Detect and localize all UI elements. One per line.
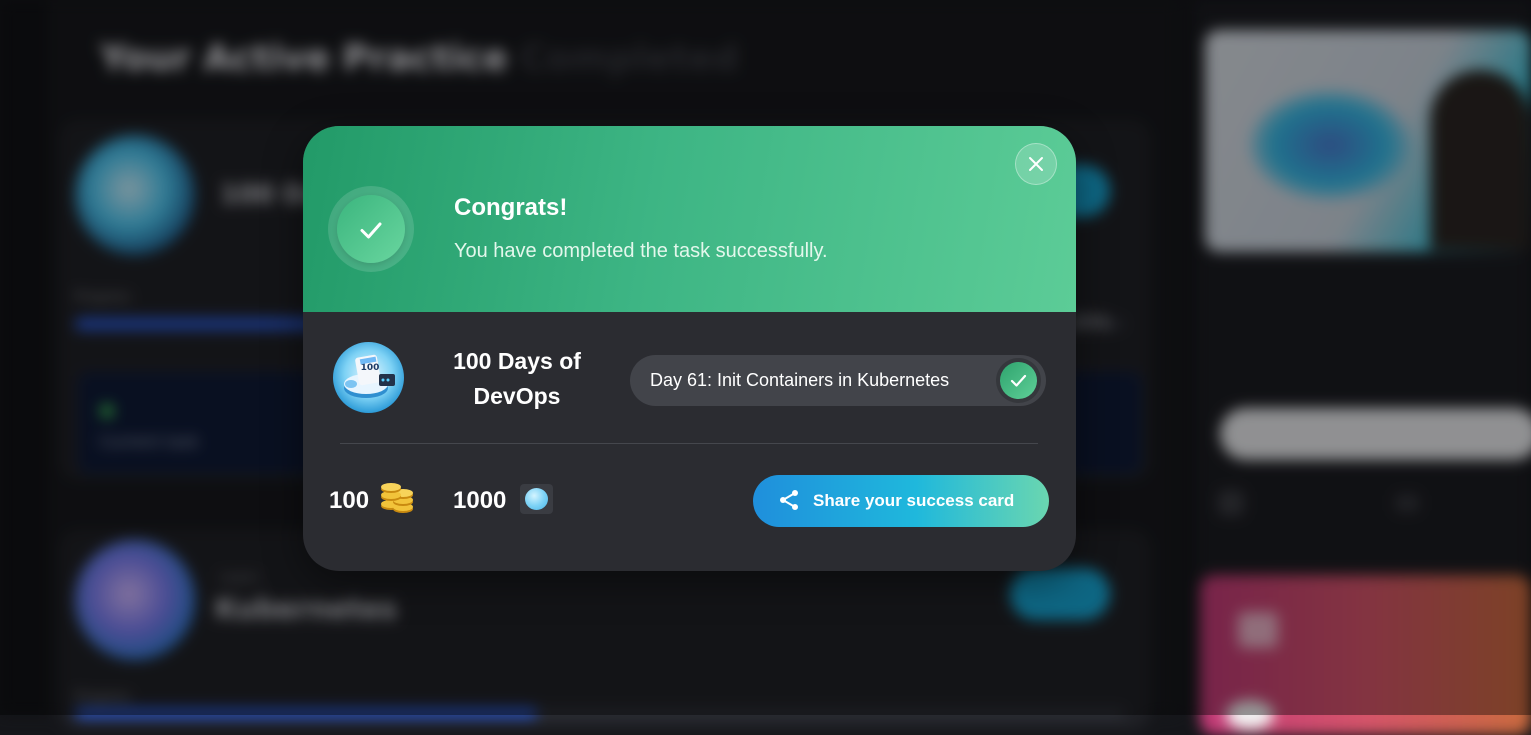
coins-reward: 100: [329, 487, 370, 514]
modal-message: You have completed the task successfully…: [454, 240, 828, 262]
task-label: Day 61: Init Containers in Kubernetes: [650, 370, 950, 390]
check-icon: [360, 222, 382, 239]
course-name: 100 Days of DevOps: [453, 348, 581, 409]
share-icon: [780, 490, 798, 510]
share-success-card-button[interactable]: Share your success card: [753, 475, 1049, 527]
completed-task: Day 61: Init Containers in Kubernetes: [630, 355, 1046, 406]
coins-icon: [381, 483, 413, 513]
modal-title: Congrats!: [454, 194, 568, 221]
modal-header: [303, 126, 1076, 312]
course-logo: 100: [333, 342, 404, 413]
svg-text:100: 100: [361, 363, 380, 373]
gem-icon: [520, 484, 553, 514]
gems-reward: 1000: [453, 487, 507, 514]
success-modal: Congrats! You have completed the task su…: [303, 126, 1076, 571]
devops-badge-icon: 100: [344, 354, 395, 398]
close-button[interactable]: [1015, 143, 1057, 185]
task-done-badge: [1000, 362, 1037, 399]
share-label: Share your success card: [813, 491, 1015, 510]
close-icon: [1029, 157, 1043, 171]
check-icon: [1010, 374, 1027, 387]
divider: [340, 443, 1038, 444]
